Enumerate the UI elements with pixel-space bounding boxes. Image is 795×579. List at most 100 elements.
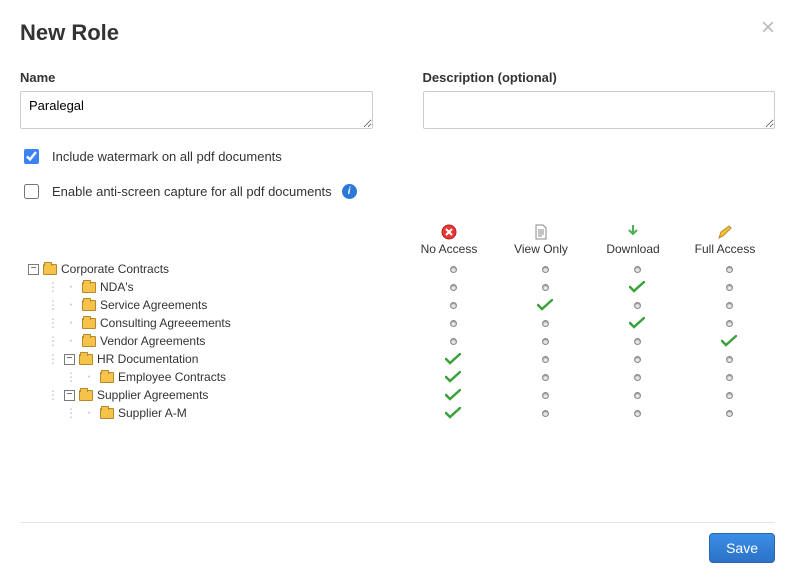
perm-radio[interactable] <box>634 410 641 417</box>
perm-radio[interactable] <box>450 284 457 291</box>
perm-row: ⋮·Vendor Agreements <box>20 332 775 350</box>
perm-radio[interactable] <box>634 356 641 363</box>
perm-row-label[interactable]: ⋮−HR Documentation <box>20 350 407 368</box>
perm-cell[interactable] <box>499 296 591 314</box>
tree-connector-icon: ⋮ <box>46 316 60 331</box>
name-input[interactable] <box>20 91 373 129</box>
perm-row-label[interactable]: ⋮·Supplier A-M <box>20 404 407 422</box>
description-input[interactable] <box>423 91 776 129</box>
perm-radio[interactable] <box>726 374 733 381</box>
close-icon[interactable]: × <box>761 16 775 40</box>
perm-row-label[interactable]: −Corporate Contracts <box>20 260 407 278</box>
folder-icon <box>43 264 57 275</box>
perm-row-text: Vendor Agreements <box>100 334 205 348</box>
perm-radio[interactable] <box>634 338 641 345</box>
perm-cell[interactable] <box>683 332 775 350</box>
perm-radio[interactable] <box>542 392 549 399</box>
perm-cell[interactable] <box>407 350 499 368</box>
tree-connector-icon: ⋮ <box>46 280 60 295</box>
perm-cell[interactable] <box>407 368 499 386</box>
perm-cell[interactable] <box>683 350 775 368</box>
perm-radio[interactable] <box>542 320 549 327</box>
perm-row-label[interactable]: ⋮·Service Agreements <box>20 296 407 314</box>
perm-cell[interactable] <box>499 350 591 368</box>
perm-radio[interactable] <box>634 266 641 273</box>
perm-cell[interactable] <box>499 278 591 296</box>
perm-row-label[interactable]: ⋮·Employee Contracts <box>20 368 407 386</box>
perm-radio[interactable] <box>726 284 733 291</box>
perm-cell[interactable] <box>591 296 683 314</box>
antiscreen-checkbox[interactable] <box>24 184 39 199</box>
perm-cell[interactable] <box>499 314 591 332</box>
perm-row-label[interactable]: ⋮·Vendor Agreements <box>20 332 407 350</box>
perm-row-text: Supplier A-M <box>118 406 187 420</box>
perm-cell[interactable] <box>683 296 775 314</box>
perm-radio[interactable] <box>542 410 549 417</box>
perm-cell[interactable] <box>683 278 775 296</box>
perm-radio[interactable] <box>450 320 457 327</box>
perm-radio[interactable] <box>450 266 457 273</box>
perm-radio[interactable] <box>726 320 733 327</box>
perm-cell[interactable] <box>499 260 591 278</box>
perm-row-text: Employee Contracts <box>118 370 226 384</box>
perm-radio[interactable] <box>634 392 641 399</box>
perm-radio[interactable] <box>634 374 641 381</box>
watermark-checkbox[interactable] <box>24 149 39 164</box>
perm-radio[interactable] <box>542 284 549 291</box>
perm-cell[interactable] <box>591 260 683 278</box>
perm-cell[interactable] <box>407 332 499 350</box>
perm-cell[interactable] <box>591 278 683 296</box>
perm-cell[interactable] <box>591 404 683 422</box>
perm-row-label[interactable]: ⋮·Consulting Agreeements <box>20 314 407 332</box>
name-label: Name <box>20 70 373 85</box>
check-icon <box>445 371 461 383</box>
perm-cell[interactable] <box>499 368 591 386</box>
perm-radio[interactable] <box>542 374 549 381</box>
collapse-icon[interactable]: − <box>28 264 39 275</box>
perm-radio[interactable] <box>450 338 457 345</box>
perm-radio[interactable] <box>726 392 733 399</box>
perm-cell[interactable] <box>683 386 775 404</box>
perm-cell[interactable] <box>683 314 775 332</box>
perm-cell[interactable] <box>407 296 499 314</box>
tree-connector-icon: ⋮ <box>46 352 60 367</box>
perm-radio[interactable] <box>542 266 549 273</box>
perm-radio[interactable] <box>726 356 733 363</box>
tree-connector-icon: ⋮ <box>46 298 60 313</box>
perm-cell[interactable] <box>683 404 775 422</box>
col-full-access: Full Access <box>679 224 771 256</box>
perm-radio[interactable] <box>542 338 549 345</box>
check-icon <box>629 317 645 329</box>
perm-radio[interactable] <box>726 302 733 309</box>
perm-radio[interactable] <box>542 356 549 363</box>
perm-radio[interactable] <box>726 410 733 417</box>
save-button[interactable]: Save <box>709 533 775 563</box>
perm-cell[interactable] <box>407 386 499 404</box>
perm-cell[interactable] <box>499 404 591 422</box>
perm-cell[interactable] <box>683 260 775 278</box>
perm-cell[interactable] <box>591 314 683 332</box>
perm-radio[interactable] <box>634 302 641 309</box>
perm-cell[interactable] <box>591 332 683 350</box>
perm-radio[interactable] <box>726 266 733 273</box>
permission-grid: No Access View Only Download Full Ac <box>20 224 775 422</box>
perm-cell[interactable] <box>499 332 591 350</box>
folder-icon <box>79 354 93 365</box>
perm-cell[interactable] <box>499 386 591 404</box>
check-icon <box>445 407 461 419</box>
collapse-icon[interactable]: − <box>64 354 75 365</box>
perm-cell[interactable] <box>591 368 683 386</box>
perm-cell[interactable] <box>407 278 499 296</box>
perm-cell[interactable] <box>591 350 683 368</box>
perm-cell[interactable] <box>591 386 683 404</box>
perm-row: ⋮·Consulting Agreeements <box>20 314 775 332</box>
perm-row-label[interactable]: ⋮−Supplier Agreements <box>20 386 407 404</box>
perm-row-label[interactable]: ⋮·NDA's <box>20 278 407 296</box>
perm-cell[interactable] <box>683 368 775 386</box>
collapse-icon[interactable]: − <box>64 390 75 401</box>
perm-cell[interactable] <box>407 314 499 332</box>
perm-cell[interactable] <box>407 260 499 278</box>
perm-radio[interactable] <box>450 302 457 309</box>
info-icon[interactable]: i <box>342 184 357 199</box>
perm-cell[interactable] <box>407 404 499 422</box>
